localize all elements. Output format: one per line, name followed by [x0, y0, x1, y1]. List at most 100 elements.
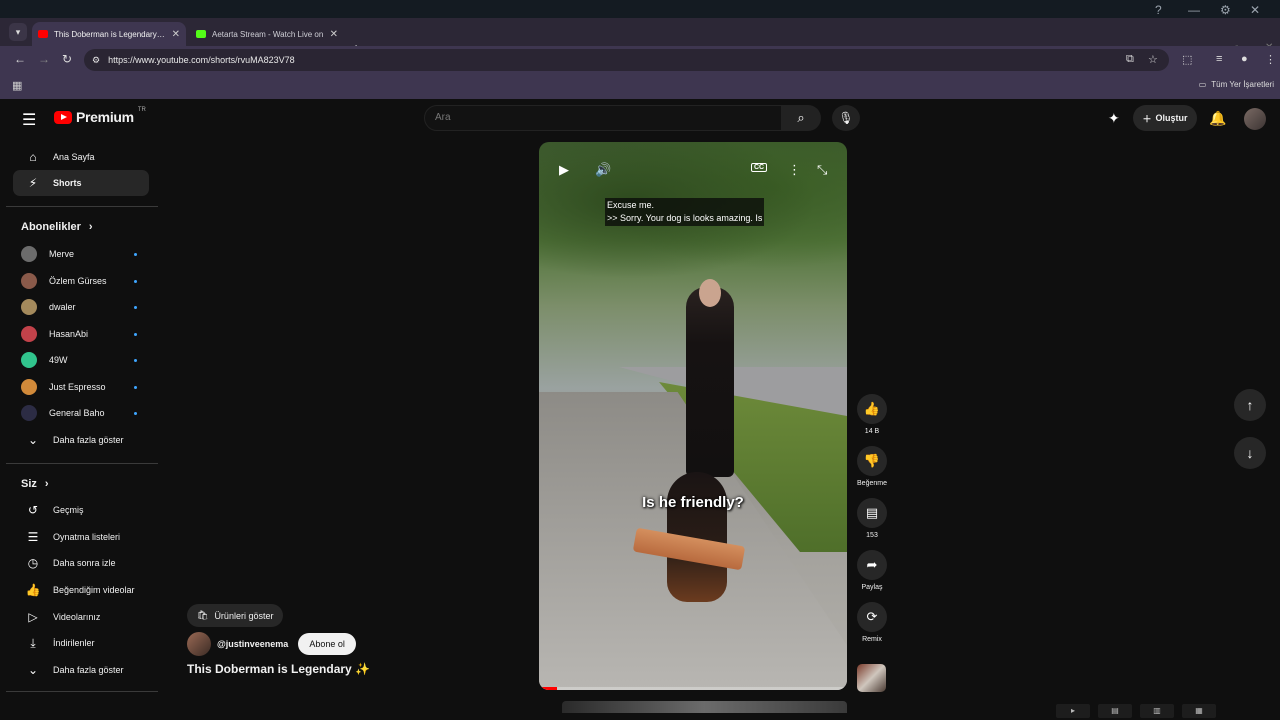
sound-thumbnail[interactable] [857, 664, 886, 692]
remix-label: Remix [862, 636, 882, 643]
tab-search-dropdown[interactable]: ▾ [9, 23, 27, 41]
sidebar-item-downloads[interactable]: ⤓ İndirilenler [13, 630, 149, 656]
tab-kick[interactable]: Aetarta Stream - Watch Live on ✕ [190, 22, 344, 46]
sidebar-item-subscription[interactable]: General Baho [13, 400, 149, 426]
sidebar-item-liked-videos[interactable]: 👍 Beğendiğim videolar [13, 577, 149, 603]
taskbar-app[interactable]: ▸ [1056, 704, 1090, 718]
subscriptions-heading[interactable]: Abonelikler › [21, 221, 93, 233]
sidebar-item-home[interactable]: ⌂ Ana Sayfa [13, 144, 149, 170]
minimize-icon[interactable]: — [1188, 3, 1200, 17]
sidebar-item-your-videos[interactable]: ▷ Videolarınız [13, 604, 149, 630]
help-icon[interactable]: ? [1155, 3, 1162, 17]
search-button[interactable]: ⌕ [781, 105, 821, 131]
sidebar-show-more[interactable]: ⌄ Daha fazla göster [13, 427, 149, 453]
url-text: https://www.youtube.com/shorts/rvuMA823V… [108, 55, 295, 65]
reload-icon[interactable]: ↻ [62, 52, 72, 66]
all-bookmarks[interactable]: ▭ Tüm Yer İşaretleri [1199, 80, 1274, 89]
tab-youtube[interactable]: This Doberman is Legendary ✨ ✕ [32, 22, 186, 46]
tab-close-icon[interactable]: ✕ [330, 29, 338, 40]
address-bar[interactable]: ⚙ https://www.youtube.com/shorts/rvuMA82… [84, 49, 1169, 71]
play-icon[interactable]: ▶ [559, 162, 569, 178]
share-action[interactable]: ➦ Paylaş [856, 550, 888, 591]
sidebar-item-subscription[interactable]: dwaler [13, 294, 149, 320]
volume-icon[interactable]: 🔊 [595, 162, 611, 178]
chevron-right-icon: › [44, 478, 49, 490]
bookmarks-bar: ▦ ▭ Tüm Yer İşaretleri [0, 74, 1280, 99]
dislike-action[interactable]: 👎 Beğenme [856, 446, 888, 487]
subscribe-button[interactable]: Abone ol [298, 633, 356, 655]
like-action[interactable]: 👍 14 B [856, 394, 888, 435]
divider [6, 691, 158, 692]
next-short-button[interactable]: ↓ [1234, 437, 1266, 469]
sidebar-item-playlists[interactable]: ☰ Oynatma listeleri [13, 524, 149, 550]
media-icon[interactable]: ≡ [1216, 53, 1222, 65]
back-icon[interactable]: ← [14, 52, 26, 66]
sidebar-item-label: Merve [49, 249, 75, 259]
sidebar-item-subscription[interactable]: HasanAbi [13, 321, 149, 347]
playlists-icon: ☰ [27, 530, 39, 544]
sidebar-item-history[interactable]: ↺ Geçmiş [13, 497, 149, 523]
previous-short-button[interactable]: ↑ [1234, 389, 1266, 421]
sidebar-item-subscription[interactable]: 49W [13, 347, 149, 373]
home-icon: ⌂ [29, 150, 37, 164]
sidebar-item-subscription[interactable]: Just Espresso [13, 374, 149, 400]
account-avatar[interactable] [1244, 108, 1266, 130]
remix-icon[interactable]: ⟳ [857, 602, 887, 632]
sidebar-item-subscription[interactable]: Özlem Gürses [13, 268, 149, 294]
watch-later-icon: ◷ [27, 556, 39, 570]
close-icon[interactable]: ✕ [1250, 3, 1260, 17]
premium-sparkle-icon[interactable]: ✦ [1108, 110, 1120, 127]
show-products-button[interactable]: 🛍 Ürünleri göster [187, 604, 284, 627]
video-title[interactable]: This Doberman is Legendary ✨ [187, 662, 370, 676]
forward-icon[interactable]: → [38, 52, 50, 66]
sidebar-item-label: Oynatma listeleri [53, 532, 121, 542]
comments-action[interactable]: ▤ 153 [856, 498, 888, 539]
search-input[interactable]: Ara [424, 105, 782, 131]
channel-handle[interactable]: @justinveenema [217, 639, 288, 649]
fullscreen-icon[interactable]: ⤡ [817, 162, 827, 178]
apps-grid-icon[interactable]: ▦ [12, 79, 22, 92]
profile-icon[interactable]: ● [1241, 53, 1248, 65]
create-button[interactable]: ＋ Oluştur [1133, 105, 1197, 131]
taskbar-app[interactable]: ▥ [1140, 704, 1174, 718]
progress-bar[interactable] [539, 687, 847, 690]
browser-toolbar: ← → ↻ ⚙ https://www.youtube.com/shorts/r… [0, 46, 1280, 74]
menu-icon[interactable]: ⋮ [1265, 53, 1276, 66]
voice-search-button[interactable]: 🎙 [832, 105, 860, 131]
gear-icon[interactable]: ⚙ [1220, 3, 1231, 17]
sidebar-item-subscription[interactable]: Merve [13, 241, 149, 267]
kick-favicon-icon [196, 30, 206, 38]
install-app-icon[interactable]: ⧉ [1126, 53, 1134, 66]
sidebar-item-watch-later[interactable]: ◷ Daha sonra izle [13, 550, 149, 576]
dislike-icon[interactable]: 👎 [857, 446, 887, 476]
taskbar-app[interactable]: ▤ [1098, 704, 1132, 718]
site-info-icon[interactable]: ⚙ [92, 55, 100, 66]
new-content-dot [134, 358, 137, 362]
like-icon[interactable]: 👍 [857, 394, 887, 424]
sidebar-item-label: Geçmiş [53, 505, 84, 515]
tab-close-icon[interactable]: ✕ [172, 29, 180, 40]
taskbar-app[interactable]: ▦ [1182, 704, 1216, 718]
you-heading[interactable]: Siz › [21, 478, 49, 490]
youtube-play-logo-icon [54, 110, 72, 124]
folder-icon: ▭ [1198, 80, 1207, 89]
bookmark-star-icon[interactable]: ☆ [1148, 53, 1158, 66]
more-options-icon[interactable]: ⋮ [788, 162, 801, 178]
channel-avatar[interactable] [187, 632, 211, 656]
share-icon[interactable]: ➦ [857, 550, 887, 580]
all-bookmarks-label: Tüm Yer İşaretleri [1211, 80, 1274, 89]
remix-action[interactable]: ⟳ Remix [856, 602, 888, 643]
closed-captions-button[interactable]: CC [751, 163, 768, 172]
hamburger-menu-icon[interactable]: ☰ [22, 110, 36, 130]
channel-avatar [21, 273, 37, 289]
shorts-video-player[interactable]: ▶ 🔊 CC ⋮ ⤡ Excuse me. >> Sorry. Your dog… [539, 142, 847, 690]
sidebar-item-shorts[interactable]: ⚡ Shorts [13, 170, 149, 196]
sidebar-show-more[interactable]: ⌄ Daha fazla göster [13, 657, 149, 683]
extensions-icon[interactable]: ⬚ [1182, 53, 1192, 66]
sidebar-item-label: General Baho [49, 408, 105, 418]
sidebar-item-label: Videolarınız [53, 612, 101, 622]
channel-avatar [21, 405, 37, 421]
notifications-bell-icon[interactable]: 🔔 [1209, 110, 1226, 127]
youtube-logo[interactable]: Premium TR [54, 107, 146, 125]
comment-icon[interactable]: ▤ [857, 498, 887, 528]
